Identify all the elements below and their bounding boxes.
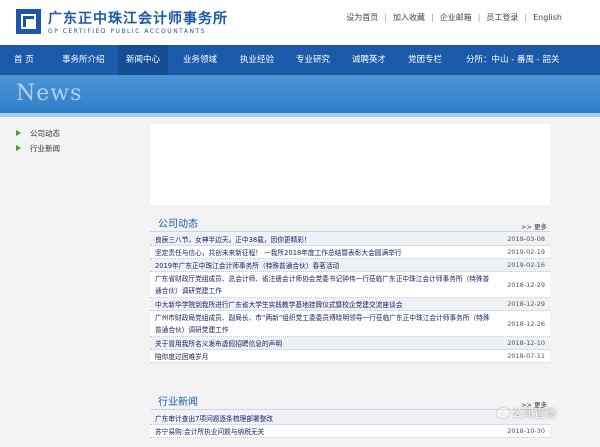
- industry-news-title: 行业新闻: [158, 397, 198, 408]
- wechat-watermark: 公司官微: [497, 405, 556, 421]
- staff-login-link[interactable]: 员工登录: [486, 13, 518, 22]
- sidebar: 公司动态 行业新闻: [12, 126, 138, 156]
- news-date: 2018-12-26: [507, 319, 545, 328]
- logo-icon[interactable]: [16, 9, 41, 34]
- news-title[interactable]: 中大新华学院到我所进行广东省大学生实践教学基地挂牌仪式暨校企党建交流座谈会: [150, 299, 550, 311]
- sidebar-item-industry-news[interactable]: 行业新闻: [12, 141, 138, 156]
- set-homepage-link[interactable]: 设为首页: [346, 13, 378, 22]
- news-date: 2019-03-08: [507, 235, 545, 243]
- nav-branch-offices[interactable]: 分所：中山 - 番禺 - 韶关: [466, 45, 559, 75]
- nav-item-experience[interactable]: 执业经验: [240, 45, 274, 75]
- nav-item-research[interactable]: 专业研究: [296, 45, 330, 75]
- industry-news-list: 广东审计查出7项问题逐条梳理部署整改 苏宁易购:会计所执业问题与纳税无关 2018…: [150, 412, 550, 438]
- english-link[interactable]: English: [533, 13, 562, 22]
- add-favorite-link[interactable]: 加入收藏: [393, 13, 425, 22]
- nav-item-party[interactable]: 党团专栏: [408, 45, 442, 75]
- top-links: 设为首页 | 加入收藏 | 企业邮箱 | 员工登录 | English: [346, 13, 562, 22]
- content-placeholder: [150, 124, 550, 205]
- news-title[interactable]: 苏宁易购:会计所执业问题与纳税无关: [150, 426, 550, 438]
- news-title[interactable]: 广州市财政局党组成员、副局长、市“两新”组织党工委委员傅晓明领导一行莅临广东正中…: [150, 312, 550, 336]
- news-date: 2018-12-10: [507, 339, 545, 347]
- company-news-more-link[interactable]: >> 更多: [521, 221, 547, 231]
- news-date: 2018-10-30: [507, 427, 545, 435]
- news-date: 2018-07-11: [507, 352, 545, 360]
- list-item[interactable]: 坚定责任与信心，共创未来新征程！ —我所2018年度工作总结暨表彰大会圆满举行 2…: [150, 246, 550, 259]
- arrow-right-icon: [16, 130, 21, 136]
- news-date: 2019-02-19: [507, 248, 545, 256]
- company-mail-link[interactable]: 企业邮箱: [440, 13, 472, 22]
- sidebar-item-label: 公司动态: [30, 129, 60, 138]
- list-item[interactable]: 广东审计查出7项问题逐条梳理部署整改: [150, 412, 550, 425]
- list-item[interactable]: 中大新华学院到我所进行广东省大学生实践教学基地挂牌仪式暨校企党建交流座谈会 201…: [150, 298, 550, 311]
- list-item[interactable]: 广州市财政局党组成员、副局长、市“两新”组织党工委委员傅晓明领导一行莅临广东正中…: [150, 311, 550, 337]
- top-header: 广东正中珠江会计师事务所 GP CERTIFIED PUBLIC ACCOUNT…: [0, 0, 600, 45]
- news-title[interactable]: 广东审计查出7项问题逐条梳理部署整改: [150, 413, 550, 425]
- news-date: 2018-12-29: [507, 280, 545, 289]
- list-item[interactable]: 关于冒用我所名义发布虚假招聘信息的声明 2018-12-10: [150, 337, 550, 350]
- brand-name-en: GP CERTIFIED PUBLIC ACCOUNTANTS: [48, 28, 206, 35]
- nav-item-home[interactable]: 首 页: [14, 45, 34, 75]
- banner-stripe: [0, 113, 600, 117]
- watermark-text: 公司官微: [512, 407, 556, 420]
- list-item[interactable]: 2019年广东正中珠江会计师事务所（特殊普通合伙）春茗活动 2019-02-16: [150, 259, 550, 272]
- arrow-right-icon: [16, 145, 21, 151]
- news-date: 2018-12-29: [507, 300, 545, 308]
- nav-item-careers[interactable]: 诚聘英才: [352, 45, 386, 75]
- nav-item-about[interactable]: 事务所介绍: [62, 45, 105, 75]
- wechat-icon: [497, 408, 509, 418]
- list-item[interactable]: 苏宁易购:会计所执业问题与纳税无关 2018-10-30: [150, 425, 550, 438]
- list-item[interactable]: 广东省财政厅党组成员、总会计师、省注册会计师协会党委书记钟伟一行莅临广东正中珠江…: [150, 272, 550, 298]
- news-title[interactable]: 良辰三八节，女神半边天。正中38载，因你更精彩！: [150, 234, 550, 246]
- company-news-list: 良辰三八节，女神半边天。正中38载，因你更精彩！ 2019-03-08 坚定责任与…: [150, 233, 550, 363]
- company-news-title: 公司动态: [158, 219, 198, 230]
- news-banner: News: [0, 75, 600, 113]
- news-title[interactable]: 广东省财政厅党组成员、总会计师、省注册会计师协会党委书记钟伟一行莅临广东正中珠江…: [150, 273, 550, 297]
- news-title[interactable]: 2019年广东正中珠江会计师事务所（特殊普通合伙）春茗活动: [150, 260, 550, 272]
- brand-name: 广东正中珠江会计师事务所: [48, 11, 228, 27]
- company-news-header: 公司动态 >> 更多: [150, 212, 550, 232]
- news-title[interactable]: 坚定责任与信心，共创未来新征程！ —我所2018年度工作总结暨表彰大会圆满举行: [150, 247, 550, 259]
- banner-title: News: [16, 81, 83, 106]
- nav-item-news-center[interactable]: 新闻中心: [118, 45, 169, 75]
- news-date: 2019-02-16: [507, 261, 545, 269]
- main-nav: 首 页 事务所介绍 新闻中心 业务领域 执业经验 专业研究 诚聘英才 党团专栏 …: [0, 45, 600, 75]
- news-title[interactable]: 关于冒用我所名义发布虚假招聘信息的声明: [150, 338, 550, 350]
- nav-item-business[interactable]: 业务领域: [183, 45, 217, 75]
- list-item[interactable]: 陪你度过困难岁月 2018-07-11: [150, 350, 550, 363]
- sidebar-item-label: 行业新闻: [30, 144, 60, 153]
- industry-news-header: 行业新闻 >> 更多: [150, 390, 550, 410]
- sidebar-item-company-news[interactable]: 公司动态: [12, 126, 138, 141]
- news-title[interactable]: 陪你度过困难岁月: [150, 351, 550, 363]
- list-item[interactable]: 良辰三八节，女神半边天。正中38载，因你更精彩！ 2019-03-08: [150, 233, 550, 246]
